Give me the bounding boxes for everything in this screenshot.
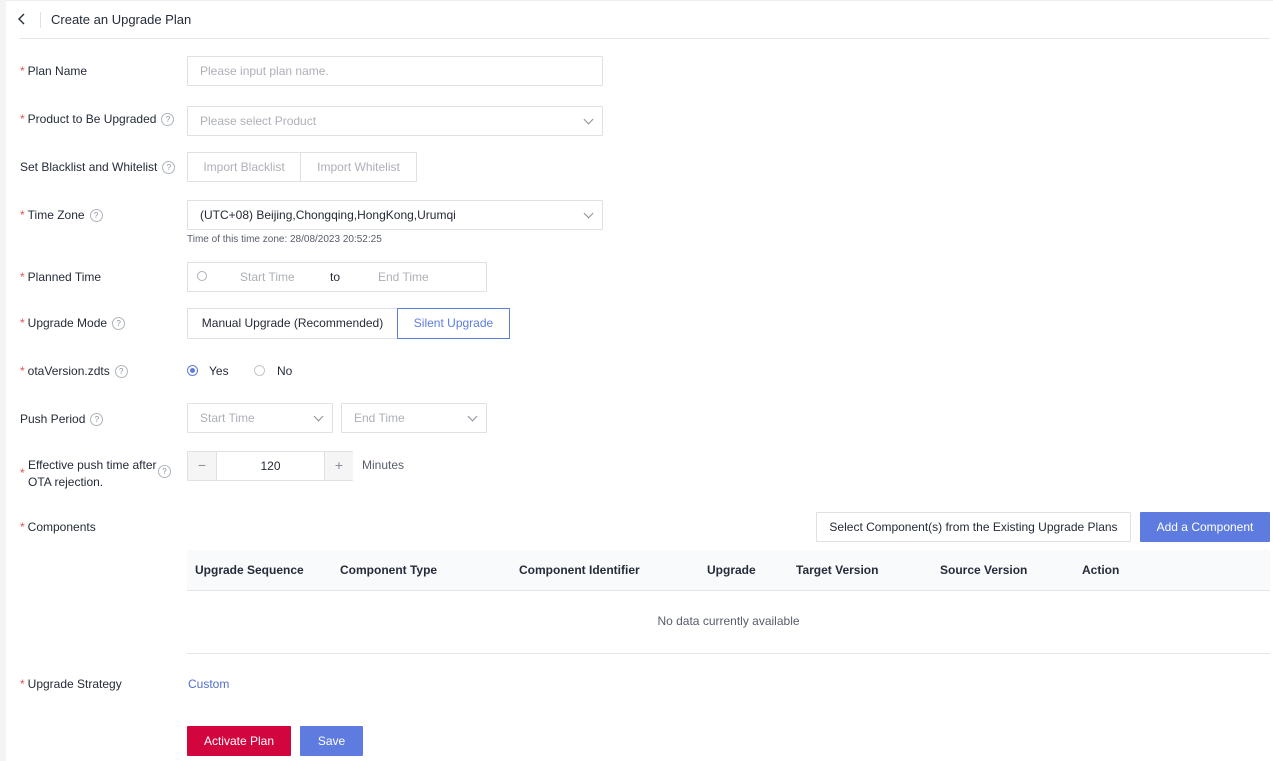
- chevron-down-icon: [583, 208, 594, 219]
- col-source-version: Source Version: [940, 563, 1028, 577]
- push-period-label: Push Period?: [20, 411, 104, 427]
- push-start-placeholder: Start Time: [200, 411, 255, 425]
- components-label: * Components: [20, 519, 96, 535]
- planned-end-placeholder[interactable]: End Time: [378, 270, 429, 284]
- upgrade-mode-label-text: Upgrade Mode: [27, 316, 108, 330]
- back-button[interactable]: [14, 11, 30, 27]
- time-zone-label-text: Time Zone: [27, 208, 85, 222]
- col-component-identifier: Component Identifier: [519, 563, 640, 577]
- required-marker: *: [20, 466, 25, 480]
- header-divider: [40, 12, 41, 28]
- ota-version-label: * otaVersion.zdts?: [20, 363, 128, 379]
- push-period-label-text: Push Period: [20, 412, 86, 426]
- effective-push-value[interactable]: 120: [217, 452, 324, 480]
- components-empty-state: No data currently available: [187, 591, 1270, 654]
- required-marker: *: [20, 112, 25, 126]
- required-marker: *: [20, 677, 25, 691]
- select-existing-components-button[interactable]: Select Component(s) from the Existing Up…: [816, 512, 1131, 542]
- product-label: * Product to Be Upgraded?: [20, 111, 175, 127]
- help-icon[interactable]: ?: [89, 209, 103, 222]
- silent-upgrade-option[interactable]: Silent Upgrade: [397, 308, 510, 339]
- col-action: Action: [1082, 563, 1120, 577]
- manual-upgrade-option[interactable]: Manual Upgrade (Recommended): [187, 308, 398, 339]
- ota-no-label[interactable]: No: [277, 364, 292, 378]
- product-select-placeholder: Please select Product: [200, 114, 317, 128]
- header-underline: [20, 38, 1270, 39]
- help-icon[interactable]: ?: [162, 161, 176, 174]
- product-select[interactable]: Please select Product: [187, 106, 603, 136]
- upgrade-strategy-label-text: Upgrade Strategy: [27, 677, 122, 691]
- upgrade-mode-label: * Upgrade Mode?: [20, 315, 126, 331]
- effective-push-label: Effective push time after OTA rejection.: [28, 457, 157, 491]
- effective-push-label-line1: Effective push time after: [28, 458, 157, 472]
- chevron-down-icon: [583, 114, 594, 125]
- upgrade-strategy-custom-link[interactable]: Custom: [188, 677, 229, 691]
- time-zone-label: * Time Zone?: [20, 207, 103, 223]
- plan-name-label: * Plan Name: [20, 63, 87, 79]
- required-marker: *: [20, 270, 25, 284]
- col-upgrade: Upgrade: [707, 563, 756, 577]
- effective-push-label-line2: OTA rejection.: [28, 475, 104, 489]
- push-start-select[interactable]: Start Time: [187, 403, 333, 433]
- help-icon[interactable]: ?: [90, 413, 104, 426]
- help-icon[interactable]: ?: [112, 317, 126, 330]
- ota-yes-label[interactable]: Yes: [209, 364, 229, 378]
- push-end-placeholder: End Time: [354, 411, 405, 425]
- time-zone-select[interactable]: (UTC+08) Beijing,Chongqing,HongKong,Urum…: [187, 200, 603, 230]
- effective-push-unit: Minutes: [362, 458, 405, 472]
- page-title: Create an Upgrade Plan: [51, 12, 192, 27]
- plan-name-label-text: Plan Name: [27, 64, 88, 78]
- help-icon[interactable]: ?: [158, 465, 171, 478]
- effective-push-stepper: − 120 +: [187, 451, 353, 481]
- ota-version-label-text: otaVersion.zdts: [27, 364, 110, 378]
- save-button[interactable]: Save: [300, 726, 363, 756]
- left-gutter: [0, 0, 6, 761]
- clock-icon: [197, 271, 207, 281]
- chevron-left-icon: [18, 13, 25, 25]
- product-label-text: Product to Be Upgraded: [27, 112, 157, 126]
- col-component-type: Component Type: [340, 563, 438, 577]
- import-blacklist-button[interactable]: Import Blacklist: [187, 152, 301, 182]
- help-icon[interactable]: ?: [161, 113, 175, 126]
- upgrade-strategy-label: * Upgrade Strategy: [20, 676, 122, 692]
- add-component-button[interactable]: Add a Component: [1140, 512, 1270, 542]
- required-marker: *: [20, 208, 25, 222]
- components-label-text: Components: [27, 520, 96, 534]
- import-whitelist-button[interactable]: Import Whitelist: [300, 152, 417, 182]
- ota-yes-radio[interactable]: [187, 365, 198, 376]
- plan-name-input[interactable]: [187, 56, 603, 86]
- planned-time-label-text: Planned Time: [27, 270, 102, 284]
- required-marker: *: [20, 364, 25, 378]
- components-table-header: Upgrade Sequence Component Type Componen…: [187, 550, 1270, 591]
- planned-time-range-picker[interactable]: Start Time to End Time: [187, 262, 487, 292]
- col-upgrade-sequence: Upgrade Sequence: [195, 563, 304, 577]
- time-zone-value: (UTC+08) Beijing,Chongqing,HongKong,Urum…: [200, 208, 456, 222]
- top-border: [6, 0, 1273, 1]
- planned-start-placeholder[interactable]: Start Time: [240, 270, 295, 284]
- decrement-button[interactable]: −: [188, 452, 217, 480]
- planned-time-label: * Planned Time: [20, 269, 101, 285]
- chevron-down-icon: [313, 411, 324, 422]
- time-zone-hint: Time of this time zone: 28/08/2023 20:52…: [187, 234, 382, 245]
- ota-no-radio[interactable]: [254, 365, 265, 376]
- help-icon[interactable]: ?: [114, 365, 128, 378]
- activate-plan-button[interactable]: Activate Plan: [187, 726, 291, 756]
- required-marker: *: [20, 64, 25, 78]
- blackwhite-label-text: Set Blacklist and Whitelist: [20, 160, 158, 174]
- chevron-down-icon: [467, 411, 478, 422]
- increment-button[interactable]: +: [324, 452, 353, 480]
- required-marker: *: [20, 520, 25, 534]
- blackwhite-label: Set Blacklist and Whitelist?: [20, 159, 176, 175]
- col-target-version: Target Version: [796, 563, 879, 577]
- required-marker: *: [20, 316, 25, 330]
- range-separator: to: [330, 270, 341, 284]
- push-end-select[interactable]: End Time: [341, 403, 487, 433]
